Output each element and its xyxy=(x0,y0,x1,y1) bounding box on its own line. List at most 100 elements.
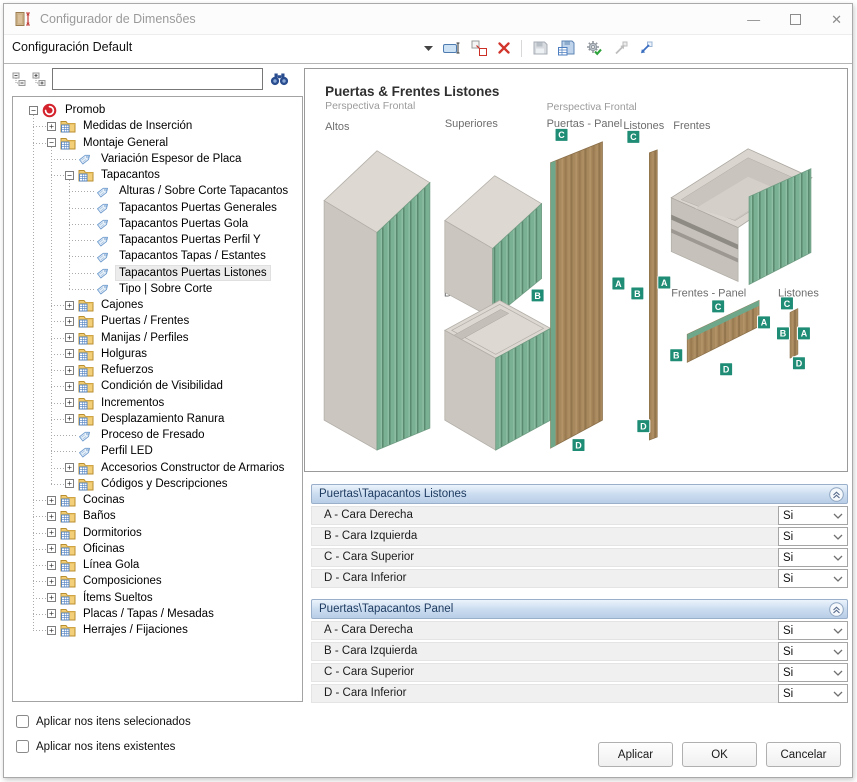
tree-toggle[interactable]: + xyxy=(65,463,74,472)
tree-item-label[interactable]: Tapacantos Puertas Listones xyxy=(116,266,270,280)
collapse-group-button[interactable] xyxy=(829,602,844,617)
tree-item[interactable]: + Composiciones xyxy=(13,573,302,589)
tree-item-label[interactable]: Promob xyxy=(62,103,108,117)
tree-item[interactable]: + Cocinas xyxy=(13,492,302,508)
tree-item-label[interactable]: Tapacantos xyxy=(98,168,163,182)
tree-toggle[interactable]: + xyxy=(65,398,74,407)
property-select[interactable]: Si xyxy=(778,506,848,525)
tree-item-label[interactable]: Montaje General xyxy=(80,136,171,150)
configuration-tree[interactable]: − Promob + Medidas de Inserción − Montaje Gen… xyxy=(12,96,303,702)
tree-toggle[interactable]: + xyxy=(65,301,74,310)
tree-item-label[interactable]: Cajones xyxy=(98,298,146,312)
tree-item-label[interactable]: Baños xyxy=(80,509,119,523)
tree-item[interactable]: + Dormitorios xyxy=(13,525,302,541)
tree-toggle[interactable]: − xyxy=(47,138,56,147)
tree-item[interactable]: − Montaje General xyxy=(13,135,302,151)
tree-item-label[interactable]: Tapacantos Puertas Gola xyxy=(116,217,251,231)
tree-item[interactable]: Perfil LED xyxy=(13,443,302,459)
property-select[interactable]: Si xyxy=(778,569,848,588)
tree-item-label[interactable]: Herrajes / Fijaciones xyxy=(80,623,191,637)
tree-toggle[interactable]: + xyxy=(65,333,74,342)
save-configurations-icon[interactable] xyxy=(558,40,575,56)
tree-item-label[interactable]: Cocinas xyxy=(80,493,128,507)
tree-toggle[interactable]: + xyxy=(47,626,56,635)
tree-item[interactable]: Tapacantos Tapas / Estantes xyxy=(13,248,302,264)
tree-item[interactable]: + Ítems Sueltos xyxy=(13,590,302,606)
aplicar-button[interactable]: Aplicar xyxy=(598,742,673,767)
tree-toggle[interactable]: + xyxy=(47,561,56,570)
property-select[interactable]: Si xyxy=(778,663,848,682)
tree-item-label[interactable]: Composiciones xyxy=(80,574,165,588)
tree-item-label[interactable]: Accesorios Constructor de Armarios xyxy=(98,461,287,475)
tree-item[interactable]: Alturas / Sobre Corte Tapacantos xyxy=(13,183,302,199)
tree-item[interactable]: + Refuerzos xyxy=(13,362,302,378)
apply-selected-items-checkbox[interactable] xyxy=(16,715,29,728)
tree-item-label[interactable]: Dormitorios xyxy=(80,526,145,540)
tree-toggle[interactable]: + xyxy=(65,479,74,488)
tree-toggle[interactable]: + xyxy=(65,382,74,391)
tree-item[interactable]: +Oficinas xyxy=(13,541,302,557)
tree-item[interactable]: Tapacantos Puertas Perfil Y xyxy=(13,232,302,248)
tree-item[interactable]: Tapacantos Puertas Gola xyxy=(13,216,302,232)
tree-item-label[interactable]: Tapacantos Puertas Generales xyxy=(116,201,280,215)
tree-item[interactable]: − Tapacantos xyxy=(13,167,302,183)
tree-item[interactable]: + Manijas / Perfiles xyxy=(13,330,302,346)
tree-item[interactable]: + Línea Gola xyxy=(13,557,302,573)
collapse-group-button[interactable] xyxy=(829,487,844,502)
tree-item-label[interactable]: Condición de Visibilidad xyxy=(98,379,226,393)
tree-toggle[interactable]: + xyxy=(47,544,56,553)
tree-item[interactable]: + Códigos y Descripciones xyxy=(13,476,302,492)
tree-item-label[interactable]: Puertas / Frentes xyxy=(98,314,192,328)
tree-item-label[interactable]: Incrementos xyxy=(98,396,167,410)
tree-item-label[interactable]: Medidas de Inserción xyxy=(80,119,195,133)
tree-item-label[interactable]: Variación Espesor de Placa xyxy=(98,152,244,166)
maximize-button[interactable] xyxy=(790,14,801,25)
tree-item[interactable]: +Baños xyxy=(13,508,302,524)
tree-item-label[interactable]: Códigos y Descripciones xyxy=(98,477,231,491)
tree-item[interactable]: − Promob xyxy=(13,102,302,118)
tree-item-label[interactable]: Manijas / Perfiles xyxy=(98,331,192,345)
property-select[interactable]: Si xyxy=(778,548,848,567)
tree-item-label[interactable]: Refuerzos xyxy=(98,363,156,377)
property-select[interactable]: Si xyxy=(778,642,848,661)
tree-item-label[interactable]: Tapacantos Puertas Perfil Y xyxy=(116,233,264,247)
tree-toggle[interactable]: + xyxy=(65,317,74,326)
tree-item-label[interactable]: Tipo | Sobre Corte xyxy=(116,282,215,296)
apply-selected-items-checkbox-row[interactable]: Aplicar nos itens selecionados xyxy=(16,715,191,728)
dropdown-caret-icon[interactable] xyxy=(424,46,433,51)
ok-button[interactable]: OK xyxy=(682,742,757,767)
tree-item[interactable]: + Incrementos xyxy=(13,395,302,411)
tree-item[interactable]: + Herrajes / Fijaciones xyxy=(13,622,302,638)
tree-item-label[interactable]: Perfil LED xyxy=(98,444,156,458)
tree-toggle[interactable]: + xyxy=(47,496,56,505)
tree-item[interactable]: Tapacantos Puertas Generales xyxy=(13,200,302,216)
export-configuration-icon[interactable] xyxy=(613,41,628,56)
tree-toggle[interactable]: + xyxy=(47,528,56,537)
collapse-all-icon[interactable] xyxy=(12,72,27,87)
tree-toggle[interactable]: + xyxy=(47,609,56,618)
tree-item[interactable]: +Holguras xyxy=(13,346,302,362)
tree-item-label[interactable]: Ítems Sueltos xyxy=(80,591,156,605)
tree-item[interactable]: Tipo | Sobre Corte xyxy=(13,281,302,297)
tree-item[interactable]: + Placas / Tapas / Mesadas xyxy=(13,606,302,622)
apply-existing-items-checkbox-row[interactable]: Aplicar nos itens existentes xyxy=(16,740,175,753)
tree-toggle[interactable]: + xyxy=(65,366,74,375)
property-select[interactable]: Si xyxy=(778,527,848,546)
tree-item-label[interactable]: Holguras xyxy=(98,347,150,361)
tree-item[interactable]: Variación Espesor de Placa xyxy=(13,151,302,167)
save-icon[interactable] xyxy=(532,40,548,56)
tree-item[interactable]: + Accesorios Constructor de Armarios xyxy=(13,460,302,476)
tree-item-label[interactable]: Proceso de Fresado xyxy=(98,428,208,442)
minimize-button[interactable]: — xyxy=(747,13,760,26)
tree-item-label[interactable]: Placas / Tapas / Mesadas xyxy=(80,607,217,621)
tree-item-label[interactable]: Línea Gola xyxy=(80,558,142,572)
tree-toggle[interactable]: + xyxy=(47,593,56,602)
tree-toggle[interactable]: + xyxy=(47,577,56,586)
tree-item[interactable]: Tapacantos Puertas Listones xyxy=(13,265,302,281)
tree-item[interactable]: + Puertas / Frentes xyxy=(13,313,302,329)
tree-search-input[interactable] xyxy=(52,68,263,90)
cancelar-button[interactable]: Cancelar xyxy=(766,742,841,767)
tree-item[interactable]: Proceso de Fresado xyxy=(13,427,302,443)
tree-toggle[interactable]: − xyxy=(65,171,74,180)
tree-toggle[interactable]: − xyxy=(29,106,38,115)
